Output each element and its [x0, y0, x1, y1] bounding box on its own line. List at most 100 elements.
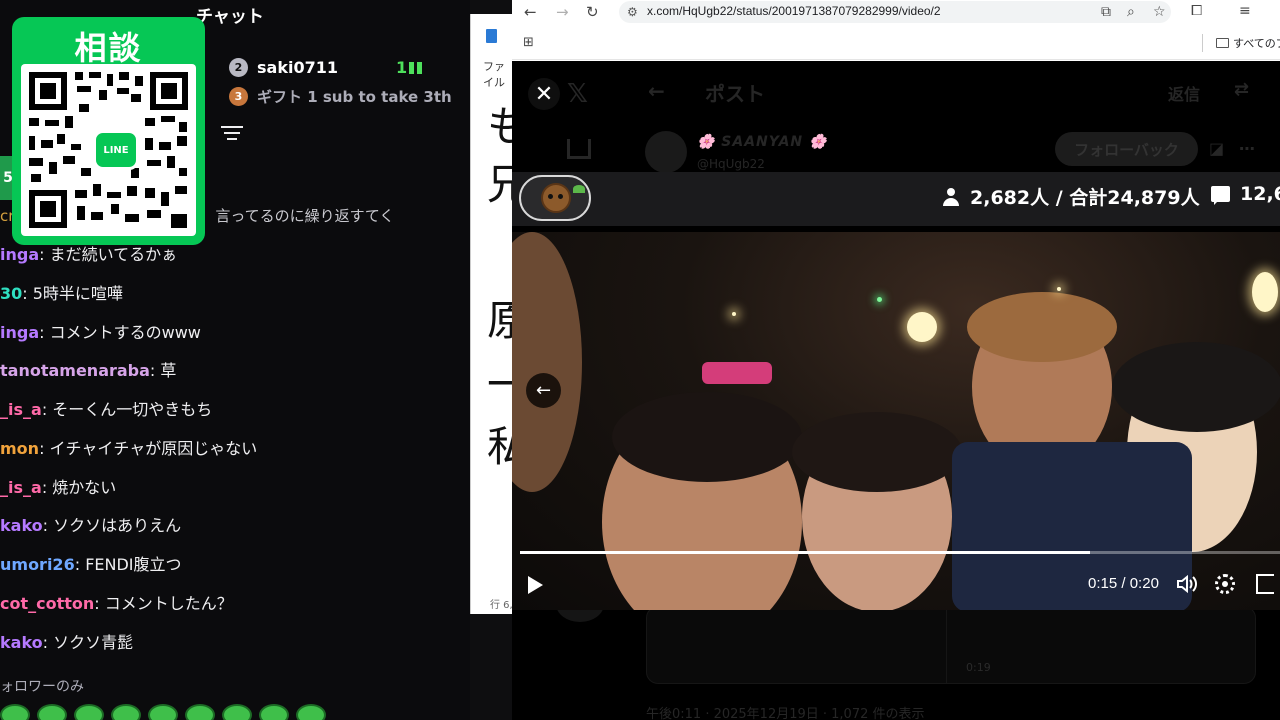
- apps-grid-icon[interactable]: ⊞: [523, 35, 534, 50]
- more-icon[interactable]: ⋯: [1239, 139, 1255, 158]
- volume-icon[interactable]: [1176, 574, 1198, 594]
- chat-separator: :: [74, 555, 86, 574]
- chat-text: コメントしたん？: [104, 594, 233, 613]
- quoted-video-time: 0:19: [966, 661, 991, 674]
- back-icon[interactable]: ←: [524, 3, 537, 21]
- chat-username[interactable]: mon: [0, 439, 39, 458]
- chat-text: 言ってるのに繰り返すてく: [215, 207, 395, 225]
- zoom-icon[interactable]: ⌕: [1127, 4, 1135, 20]
- chat-message: _is_a: 焼かない: [0, 476, 116, 500]
- bookmarks-bar: ⊞ すべてのブ: [512, 26, 1280, 60]
- author-handle[interactable]: @HqUgb22: [697, 157, 765, 171]
- chat-username[interactable]: cot_cotton: [0, 594, 94, 613]
- reload-icon[interactable]: ↻: [586, 3, 599, 21]
- chat-username[interactable]: umori26: [0, 555, 75, 574]
- top-gifter-3[interactable]: 3 ギフト 1 sub to take 3th: [229, 85, 452, 107]
- chat-username[interactable]: _is_a: [0, 478, 42, 497]
- author-avatar[interactable]: [645, 131, 687, 173]
- video-light: [877, 297, 882, 302]
- video-figure: [512, 232, 582, 492]
- stream-stats-bar: 2,682人 / 合計24,879人 12,6: [512, 172, 1280, 226]
- current-time: 0:15: [1088, 575, 1118, 592]
- filter-icon[interactable]: [221, 124, 243, 142]
- emote-icon[interactable]: [296, 704, 326, 720]
- x-logo-icon[interactable]: 𝕏: [567, 79, 588, 109]
- qr-code: LINE: [21, 64, 196, 236]
- emote-icon[interactable]: [37, 704, 67, 720]
- previous-media-button[interactable]: ←: [526, 373, 561, 408]
- all-bookmarks-folder[interactable]: すべてのブ: [1216, 35, 1280, 51]
- arrow-left-icon: ←: [535, 380, 552, 401]
- emote-icon[interactable]: [259, 704, 289, 720]
- chat-username[interactable]: inga: [0, 323, 39, 342]
- url-text[interactable]: x.com/HqUgb22/status/2001971387079282999…: [647, 4, 941, 18]
- viewers-icon: [942, 187, 960, 207]
- chat-username[interactable]: _is_a: [0, 400, 42, 419]
- followers-only-label: ォロワーのみ: [0, 679, 84, 695]
- filter-settings-icon[interactable]: ⇄: [1234, 79, 1249, 100]
- post-header-title: ポスト: [705, 82, 765, 106]
- bookmark-separator: [1202, 34, 1203, 52]
- star-icon[interactable]: ☆: [1153, 4, 1166, 20]
- chat-message: 30: 5時半に喧嘩: [0, 282, 123, 306]
- reply-label[interactable]: 返信: [1168, 81, 1200, 105]
- forward-icon[interactable]: →: [556, 3, 569, 21]
- quoted-media-card[interactable]: 0:19: [646, 606, 1256, 684]
- mascot-icon: [519, 175, 591, 221]
- chat-username[interactable]: kako: [0, 516, 43, 535]
- top-gifter-3-name: ギフト 1 sub to take 3th: [257, 87, 452, 106]
- install-icon[interactable]: ⧉: [1101, 4, 1111, 20]
- close-media-button[interactable]: ✕: [528, 78, 560, 110]
- video-light: [907, 312, 937, 342]
- document-icon: [486, 29, 497, 43]
- chat-title: チャット: [196, 7, 264, 27]
- file-menu[interactable]: ファイル: [483, 58, 514, 90]
- settings-gear-icon[interactable]: [1215, 574, 1235, 594]
- grok-icon[interactable]: ◪: [1209, 139, 1224, 158]
- emote-icon[interactable]: [111, 704, 141, 720]
- site-info-icon[interactable]: ⚙: [627, 5, 638, 19]
- quoted-media-right[interactable]: 0:19: [950, 607, 1250, 683]
- address-bar[interactable]: ⚙ x.com/HqUgb22/status/20019713870792829…: [619, 1, 1171, 23]
- emote-icon[interactable]: [185, 704, 215, 720]
- quoted-media-left[interactable]: [647, 607, 947, 683]
- author-name[interactable]: 🌸 SAANYAN 🌸: [697, 134, 827, 150]
- follow-back-button[interactable]: フォローバック: [1055, 132, 1198, 166]
- comment-count-text: 12,6: [1240, 183, 1280, 205]
- post-back-icon[interactable]: ←: [648, 79, 665, 103]
- chat-username[interactable]: tanotamenaraba: [0, 361, 150, 380]
- video-light: [1252, 272, 1278, 312]
- media-icon[interactable]: ≡: [1239, 3, 1251, 19]
- gift-count-value: 1: [396, 58, 408, 77]
- chat-message: _is_a: そーくん一切やきもち: [0, 398, 212, 422]
- chat-message: kako: ソクソはありえん: [0, 514, 181, 538]
- close-icon: ✕: [534, 81, 554, 107]
- chat-username[interactable]: 30: [0, 284, 22, 303]
- home-icon[interactable]: [567, 139, 591, 159]
- chat-separator: :: [42, 516, 54, 535]
- emote-bar: [0, 704, 326, 720]
- video-progress-fill: [520, 551, 1090, 554]
- chat-text: 焼かない: [52, 478, 117, 497]
- chat-username[interactable]: kako: [0, 633, 43, 652]
- comment-icon: [1211, 186, 1230, 205]
- emote-icon[interactable]: [148, 704, 178, 720]
- video-figure: [612, 392, 802, 482]
- chat-username[interactable]: inga: [0, 245, 39, 264]
- emote-icon[interactable]: [74, 704, 104, 720]
- leaf-icon: [573, 185, 585, 193]
- emote-icon[interactable]: [0, 704, 30, 720]
- emote-icon[interactable]: [222, 704, 252, 720]
- document-window[interactable]: ファイル も 兄 原 一 私 行 6,: [470, 14, 529, 614]
- exit-fullscreen-icon[interactable]: [1256, 574, 1274, 594]
- chat-text: そーくん一切やきもち: [52, 400, 213, 419]
- video-progress-bar[interactable]: [520, 551, 1280, 554]
- chat-text: ソクソはありえん: [53, 516, 182, 535]
- mascot-face: [541, 183, 585, 213]
- extensions-icon[interactable]: ⧠: [1191, 3, 1202, 19]
- chat-text: コメントするのwww: [49, 323, 201, 342]
- top-gifter-2[interactable]: 2 saki0711: [229, 56, 338, 78]
- comment-count: 12,6: [1211, 183, 1280, 205]
- video-player[interactable]: ← 0:15 / 0:20: [512, 232, 1280, 610]
- play-icon[interactable]: [528, 576, 543, 594]
